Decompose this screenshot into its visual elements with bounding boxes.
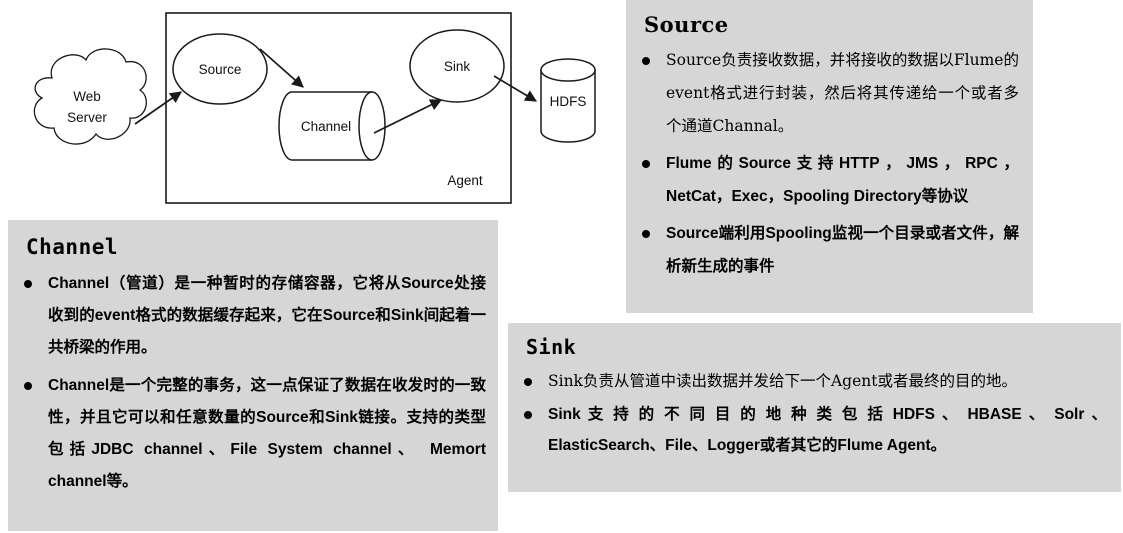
- sink-panel-heading: Sink: [526, 335, 577, 359]
- source-info-panel: Source Source负责接收数据，并将接收的数据以Flume的event格…: [626, 0, 1033, 313]
- sink-bullet-1: Sink负责从管道中读出数据并发给下一个Agent或者最终的目的地。: [548, 372, 1017, 390]
- edge-sink-to-hdfs: [493, 75, 538, 102]
- source-bullet-list: Source负责接收数据，并将接收的数据以Flume的event格式进行封装，然…: [636, 44, 1019, 283]
- list-item: Channel（管道）是一种暂时的存储容器，它将从Source处接收到的even…: [18, 268, 486, 364]
- sink-bullet-list: Sink负责从管道中读出数据并发给下一个Agent或者最终的目的地。 Sink …: [518, 366, 1107, 461]
- list-item: Flume的Source支持HTTP，JMS，RPC，NetCat，Exec，S…: [636, 147, 1019, 213]
- web-server-label-line1: Web: [73, 89, 101, 104]
- source-panel-heading: Source: [644, 12, 729, 37]
- list-item: Source端利用Spooling监视一个目录或者文件，解析新生成的事件: [636, 217, 1019, 283]
- channel-bullet-2: Channel是一个完整的事务，这一点保证了数据在收发时的一致性，并且它可以和任…: [48, 377, 486, 490]
- channel-bullet-list: Channel（管道）是一种暂时的存储容器，它将从Source处接收到的even…: [18, 268, 486, 498]
- flume-architecture-diagram: Web Server Source Channel Sink HDFS Agen…: [0, 0, 620, 220]
- list-item: Source负责接收数据，并将接收的数据以Flume的event格式进行封装，然…: [636, 44, 1019, 143]
- channel-node-label: Channel: [301, 119, 351, 134]
- sink-info-panel: Sink Sink负责从管道中读出数据并发给下一个Agent或者最终的目的地。 …: [508, 323, 1121, 492]
- list-item: Sink负责从管道中读出数据并发给下一个Agent或者最终的目的地。: [518, 366, 1107, 397]
- source-bullet-1: Source负责接收数据，并将接收的数据以Flume的event格式进行封装，然…: [666, 51, 1019, 135]
- channel-info-panel: Channel Channel（管道）是一种暂时的存储容器，它将从Source处…: [8, 220, 498, 531]
- web-server-label-line2: Server: [67, 110, 107, 125]
- channel-bullet-1: Channel（管道）是一种暂时的存储容器，它将从Source处接收到的even…: [48, 275, 486, 356]
- source-bullet-2: Flume的Source支持HTTP，JMS，RPC，NetCat，Exec，S…: [666, 155, 1019, 205]
- list-item: Sink 支 持 的 不 同 目 的 地 种 类 包 括 HDFS 、 HBAS…: [518, 399, 1107, 461]
- list-item: Channel是一个完整的事务，这一点保证了数据在收发时的一致性，并且它可以和任…: [18, 370, 486, 498]
- source-node-label: Source: [199, 62, 242, 77]
- source-bullet-3: Source端利用Spooling监视一个目录或者文件，解析新生成的事件: [666, 225, 1019, 275]
- channel-panel-heading: Channel: [26, 235, 119, 259]
- agent-label: Agent: [447, 173, 483, 188]
- sink-node-label: Sink: [444, 59, 471, 74]
- hdfs-node-label: HDFS: [550, 94, 587, 109]
- sink-bullet-2: Sink 支 持 的 不 同 目 的 地 种 类 包 括 HDFS 、 HBAS…: [548, 406, 1107, 454]
